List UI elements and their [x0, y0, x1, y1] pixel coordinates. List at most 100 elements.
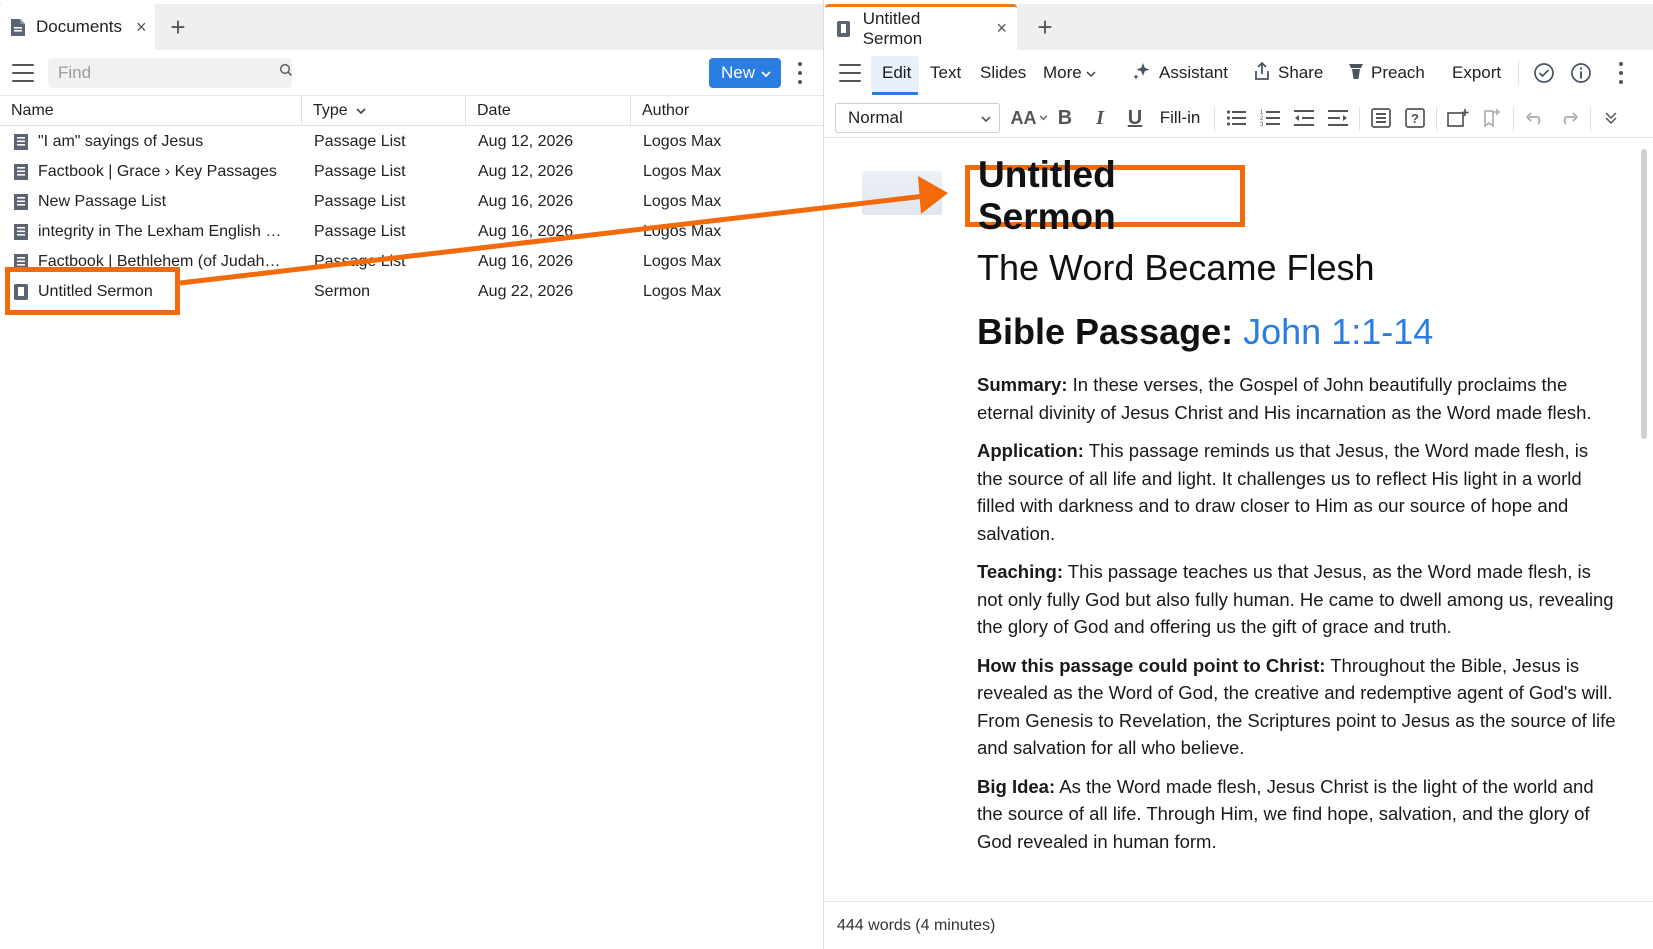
cell-author: Logos Max	[643, 133, 722, 150]
documents-panel: Documents × + New Name	[0, 0, 824, 949]
slide-thumbnail[interactable]	[862, 171, 942, 215]
sermon-document[interactable]: Untitled Sermon The Word Became Flesh Bi…	[825, 139, 1653, 901]
app-window: Documents × + New Name	[0, 0, 1653, 949]
menu-icon[interactable]	[12, 63, 34, 82]
fill-in-button[interactable]: Fill-in	[1155, 103, 1205, 133]
outdent-icon[interactable]	[1291, 103, 1317, 133]
chevron-down-icon	[761, 63, 771, 83]
more-options-icon[interactable]	[797, 62, 803, 84]
block-icon[interactable]	[1368, 103, 1394, 133]
menu-icon[interactable]	[839, 64, 861, 82]
sermon-icon	[13, 283, 38, 301]
bible-passage-heading[interactable]: Bible Passage: John 1:1-14	[977, 311, 1617, 353]
pulpit-icon	[1348, 62, 1364, 85]
section-label: How this passage could point to Christ:	[977, 654, 1326, 676]
italic-glyph: I	[1096, 106, 1104, 129]
more-options-icon[interactable]	[1618, 62, 1624, 84]
tab-slides-label: Slides	[980, 63, 1027, 82]
question-icon[interactable]: ?	[1402, 103, 1428, 133]
numbered-list-icon[interactable]: 123	[1257, 103, 1283, 133]
document-scrollbar[interactable]	[1641, 139, 1647, 901]
tab-untitled-sermon-label: Untitled Sermon	[862, 8, 923, 48]
active-tab-indicator	[872, 92, 918, 95]
cell-type: Passage List	[314, 193, 406, 210]
cell-type: Passage List	[314, 133, 406, 150]
paragraph-style-select[interactable]: Normal	[835, 103, 1000, 133]
cell-author: Logos Max	[643, 253, 722, 270]
tab-text[interactable]: Text	[930, 50, 961, 96]
underline-button[interactable]: U	[1124, 103, 1146, 133]
sermon-section[interactable]: Big Idea: As the Word made flesh, Jesus …	[977, 773, 1617, 856]
underline-glyph: U	[1127, 106, 1143, 129]
sermon-section[interactable]: Application: This passage reminds us tha…	[977, 437, 1617, 547]
section-label: Summary:	[977, 374, 1068, 395]
document-name: Untitled Sermon	[38, 283, 153, 300]
document-content[interactable]: The Word Became Flesh Bible Passage: Joh…	[977, 247, 1617, 866]
add-slide-icon[interactable]	[1445, 103, 1471, 133]
info-icon[interactable]	[1570, 50, 1592, 96]
close-icon[interactable]: ×	[996, 18, 1007, 39]
italic-button[interactable]: I	[1089, 103, 1111, 133]
check-circle-icon[interactable]	[1533, 50, 1555, 96]
section-label: Big Idea:	[977, 775, 1056, 797]
assistant-button[interactable]: Assistant	[1132, 50, 1228, 96]
bulleted-list-icon[interactable]	[1223, 103, 1249, 133]
document-row[interactable]: integrity in The Lexham English … Passage…	[0, 217, 823, 247]
section-label: Teaching:	[977, 561, 1063, 582]
cell-date: Aug 16, 2026	[478, 223, 574, 240]
document-row[interactable]: "I am" sayings of Jesus Passage List Aug 1…	[0, 127, 823, 157]
passage-list-icon	[13, 193, 38, 211]
export-button[interactable]: Export	[1452, 50, 1501, 96]
add-tab-button[interactable]: +	[1030, 12, 1060, 42]
bold-button[interactable]: B	[1054, 103, 1076, 133]
scrollbar-thumb[interactable]	[1641, 149, 1647, 439]
document-row[interactable]: New Passage List Passage List Aug 16, 2026…	[0, 187, 823, 217]
sermon-section[interactable]: Summary: In these verses, the Gospel of …	[977, 371, 1617, 426]
bold-glyph: B	[1057, 106, 1073, 129]
tab-untitled-sermon[interactable]: Untitled Sermon ×	[825, 4, 1017, 50]
undo-icon[interactable]	[1522, 103, 1548, 133]
column-date[interactable]: Date	[466, 96, 631, 126]
sermon-editor-panel: Untitled Sermon × + Edit Text Slides Mor…	[825, 0, 1653, 949]
cell-author: Logos Max	[643, 193, 722, 210]
toolbar-divider	[1518, 61, 1519, 85]
sermon-section[interactable]: How this passage could point to Christ: …	[977, 652, 1617, 762]
close-icon[interactable]: ×	[136, 17, 147, 38]
document-title[interactable]: Untitled Sermon	[978, 154, 1240, 238]
sermon-sections: Summary: In these verses, the Gospel of …	[977, 371, 1617, 855]
search-input[interactable]	[58, 62, 279, 83]
cell-name: Factbook | Grace › Key Passages	[13, 157, 295, 187]
sermon-icon	[835, 19, 853, 39]
tab-slides[interactable]: Slides	[980, 50, 1026, 96]
preach-label: Preach	[1371, 63, 1425, 82]
column-type[interactable]: Type	[302, 96, 466, 126]
share-button[interactable]: Share	[1253, 50, 1323, 96]
search-icon[interactable]	[279, 63, 293, 82]
sermon-subtitle[interactable]: The Word Became Flesh	[977, 247, 1617, 289]
expand-toolbar-icon[interactable]	[1598, 103, 1624, 133]
bookmark-add-icon[interactable]	[1479, 103, 1505, 133]
column-author[interactable]: Author	[631, 96, 824, 126]
sermon-section[interactable]: Teaching: This passage teaches us that J…	[977, 558, 1617, 641]
document-row[interactable]: Untitled Sermon Sermon Aug 22, 2026 Logos M…	[0, 277, 823, 307]
chevron-down-icon	[1086, 63, 1096, 83]
cell-type: Passage List	[314, 223, 406, 240]
font-size-button[interactable]: AA	[1010, 103, 1048, 133]
column-date-label: Date	[477, 102, 511, 119]
indent-icon[interactable]	[1325, 103, 1351, 133]
add-tab-button[interactable]: +	[163, 12, 193, 42]
tab-documents-label: Documents	[36, 17, 122, 36]
word-count: 444 words (4 minutes)	[837, 916, 996, 934]
tab-documents[interactable]: Documents ×	[0, 4, 155, 50]
document-row[interactable]: Factbook | Grace › Key Passages Passage L…	[0, 157, 823, 187]
redo-icon[interactable]	[1556, 103, 1582, 133]
new-button[interactable]: New	[709, 58, 782, 88]
more-menu[interactable]: More	[1043, 50, 1096, 96]
section-label: Application:	[977, 440, 1084, 461]
preach-button[interactable]: Preach	[1348, 50, 1425, 96]
search-box[interactable]	[48, 57, 293, 88]
bible-passage-link[interactable]: John 1:1-14	[1243, 311, 1433, 352]
column-name[interactable]: Name	[0, 96, 302, 126]
tab-edit[interactable]: Edit	[882, 50, 911, 96]
document-row[interactable]: Factbook | Bethlehem (of Judah… Passage L…	[0, 247, 823, 277]
